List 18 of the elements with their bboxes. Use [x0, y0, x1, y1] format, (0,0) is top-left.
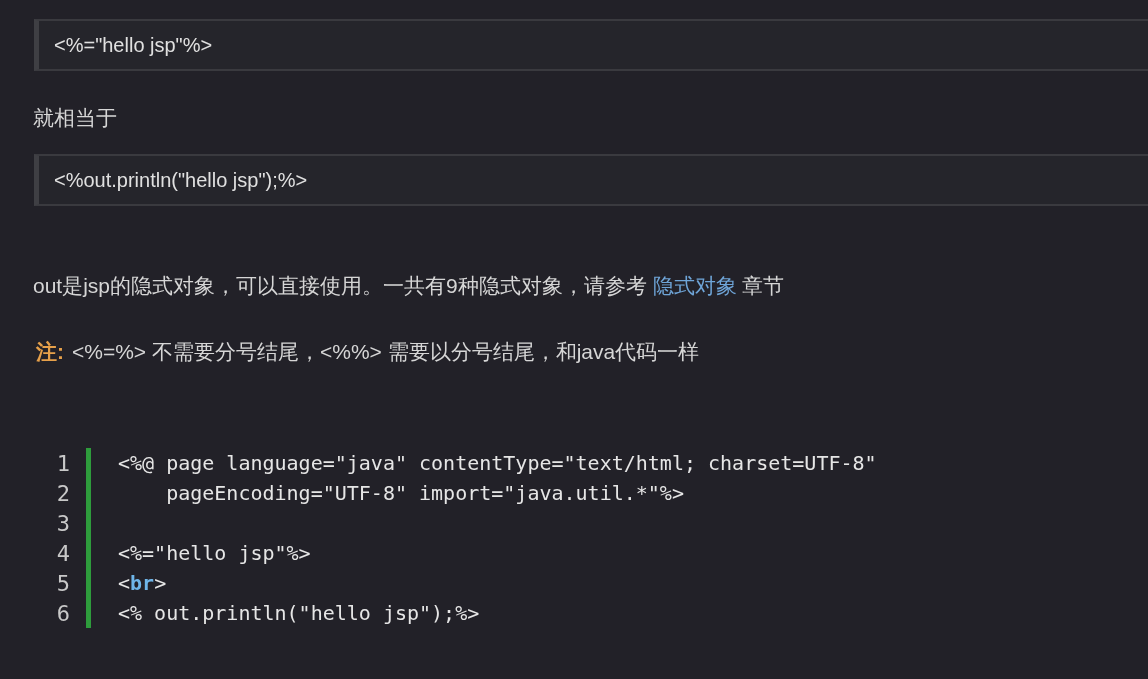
note-text: <%=%> 不需要分号结尾，<%%> 需要以分号结尾，和java代码一样: [72, 339, 700, 365]
code-line: <%="hello jsp"%>: [118, 541, 311, 565]
code-text: <%out.println("hello jsp");%>: [54, 168, 308, 192]
code-line: <br>: [118, 571, 167, 595]
code-text: <%="hello jsp"%>: [54, 33, 213, 57]
paragraph-text: out是jsp的隐式对象，可以直接使用。一共有9种隐式对象，请参考 隐式对象 章节: [33, 273, 785, 299]
line-number: 6: [56, 600, 70, 626]
line-number: 5: [56, 570, 70, 596]
code-line: <% out.println("hello jsp");%>: [118, 601, 480, 625]
line-number: 2: [56, 480, 70, 506]
note-label: 注:: [36, 339, 64, 365]
line-number: 1: [56, 450, 70, 476]
link[interactable]: 隐式对象: [652, 274, 737, 297]
code-line: <%@ page language="java" contentType="text/html; charset=UTF-8": [118, 451, 877, 475]
paragraph-text: 就相当于: [33, 105, 117, 131]
code-line: pageEncoding="UTF-8" import="java.util.*"%>: [165, 481, 684, 505]
line-number: 3: [56, 510, 70, 536]
line-number: 4: [56, 540, 70, 566]
